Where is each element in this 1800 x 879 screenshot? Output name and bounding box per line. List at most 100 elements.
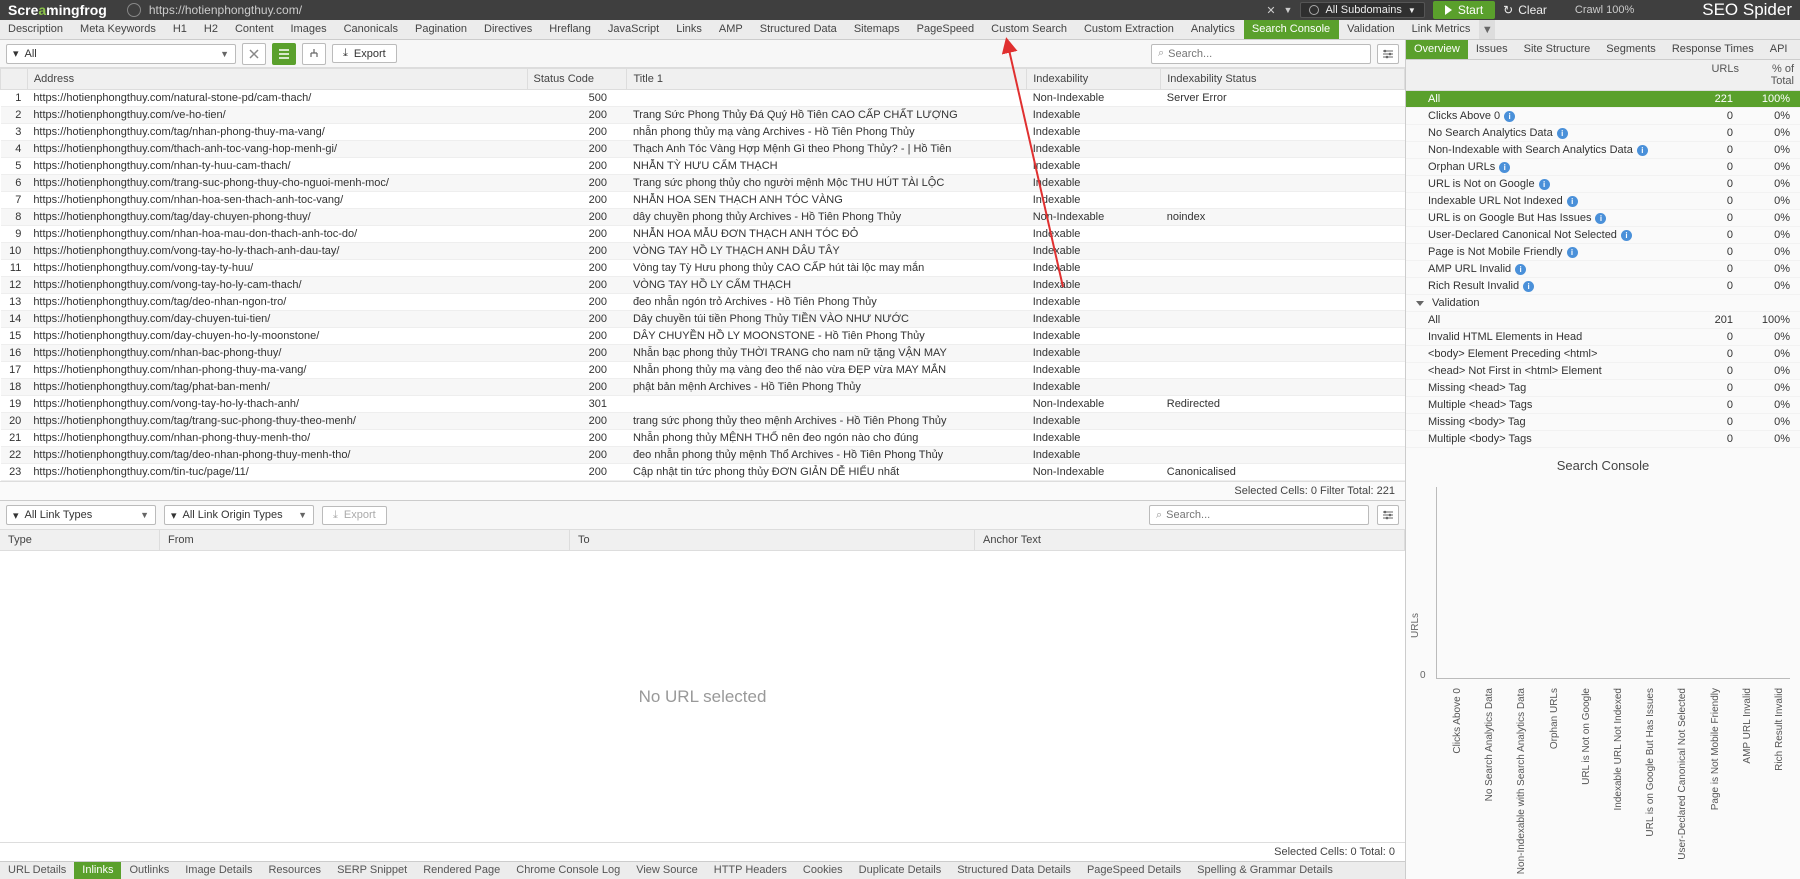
tab-sitemaps[interactable]: Sitemaps: [846, 20, 909, 39]
details-tab-resources[interactable]: Resources: [260, 862, 329, 879]
tab-links[interactable]: Links: [668, 20, 711, 39]
details-tab-structured-data-details[interactable]: Structured Data Details: [949, 862, 1079, 879]
tab-hreflang[interactable]: Hreflang: [541, 20, 600, 39]
column-header[interactable]: [1, 69, 28, 90]
right-tab-segments[interactable]: Segments: [1598, 40, 1664, 59]
link-types-dropdown[interactable]: ▾ All Link Types▼: [6, 505, 156, 525]
overview-row[interactable]: No Search Analytics Datai00%: [1406, 125, 1800, 142]
tab-pagespeed[interactable]: PageSpeed: [909, 20, 984, 39]
table-row[interactable]: 21https://hotienphongthuy.com/nhan-phong…: [1, 430, 1405, 447]
table-row[interactable]: 23https://hotienphongthuy.com/tin-tuc/pa…: [1, 464, 1405, 481]
right-tab-spelling-&-gramm[interactable]: Spelling & Gramm: [1795, 40, 1800, 59]
info-icon[interactable]: i: [1499, 162, 1510, 173]
right-tab-api[interactable]: API: [1762, 40, 1796, 59]
table-row[interactable]: 3https://hotienphongthuy.com/tag/nhan-ph…: [1, 124, 1405, 141]
tab-content[interactable]: Content: [227, 20, 283, 39]
info-icon[interactable]: i: [1567, 247, 1578, 258]
overview-row[interactable]: Multiple <body> Tags00%: [1406, 431, 1800, 448]
info-icon[interactable]: i: [1515, 264, 1526, 275]
tabs-overflow-button[interactable]: ▼: [1479, 20, 1495, 39]
details-settings-button[interactable]: [1377, 505, 1399, 525]
overview-row[interactable]: <body> Element Preceding <html>00%: [1406, 346, 1800, 363]
overview-row[interactable]: Validation: [1406, 295, 1800, 312]
link-origin-dropdown[interactable]: ▾ All Link Origin Types▼: [164, 505, 314, 525]
view-list-button[interactable]: [272, 43, 296, 65]
table-row[interactable]: 7https://hotienphongthuy.com/nhan-hoa-se…: [1, 192, 1405, 209]
overview-row[interactable]: Multiple <head> Tags00%: [1406, 397, 1800, 414]
overview-row[interactable]: Missing <body> Tag00%: [1406, 414, 1800, 431]
table-row[interactable]: 13https://hotienphongthuy.com/tag/deo-nh…: [1, 294, 1405, 311]
details-tab-image-details[interactable]: Image Details: [177, 862, 260, 879]
overview-row[interactable]: Non-Indexable with Search Analytics Data…: [1406, 142, 1800, 159]
column-header[interactable]: Address: [27, 69, 527, 90]
column-header[interactable]: Status Code: [527, 69, 627, 90]
column-header[interactable]: Indexability Status: [1161, 69, 1405, 90]
chevron-down-icon[interactable]: ▼: [1284, 5, 1293, 15]
table-search[interactable]: ⌕: [1151, 44, 1371, 64]
details-tab-chrome-console-log[interactable]: Chrome Console Log: [508, 862, 628, 879]
column-header[interactable]: Indexability: [1027, 69, 1161, 90]
details-tab-url-details[interactable]: URL Details: [0, 862, 74, 879]
info-icon[interactable]: i: [1504, 111, 1515, 122]
details-tab-rendered-page[interactable]: Rendered Page: [415, 862, 508, 879]
table-row[interactable]: 2https://hotienphongthuy.com/ve-ho-tien/…: [1, 107, 1405, 124]
table-row[interactable]: 12https://hotienphongthuy.com/vong-tay-h…: [1, 277, 1405, 294]
tab-description[interactable]: Description: [0, 20, 72, 39]
overview-row[interactable]: URL is Not on Googlei00%: [1406, 176, 1800, 193]
overview-row[interactable]: User-Declared Canonical Not Selectedi00%: [1406, 227, 1800, 244]
start-button[interactable]: Start: [1433, 1, 1495, 19]
table-row[interactable]: 20https://hotienphongthuy.com/tag/trang-…: [1, 413, 1405, 430]
table-row[interactable]: 6https://hotienphongthuy.com/trang-suc-p…: [1, 175, 1405, 192]
tab-canonicals[interactable]: Canonicals: [336, 20, 407, 39]
tab-custom-search[interactable]: Custom Search: [983, 20, 1076, 39]
overview-row[interactable]: Clicks Above 0i00%: [1406, 108, 1800, 125]
info-icon[interactable]: i: [1621, 230, 1632, 241]
overview-row[interactable]: Indexable URL Not Indexedi00%: [1406, 193, 1800, 210]
info-icon[interactable]: i: [1557, 128, 1568, 139]
crawl-url-field[interactable]: https://hotienphongthuy.com/: [127, 3, 302, 17]
tab-images[interactable]: Images: [283, 20, 336, 39]
overview-row[interactable]: Rich Result Invalidi00%: [1406, 278, 1800, 295]
tab-custom-extraction[interactable]: Custom Extraction: [1076, 20, 1183, 39]
info-icon[interactable]: i: [1523, 281, 1534, 292]
tab-directives[interactable]: Directives: [476, 20, 541, 39]
right-tab-issues[interactable]: Issues: [1468, 40, 1516, 59]
table-row[interactable]: 11https://hotienphongthuy.com/vong-tay-t…: [1, 260, 1405, 277]
table-row[interactable]: 1https://hotienphongthuy.com/natural-sto…: [1, 90, 1405, 107]
details-column-header[interactable]: To: [570, 530, 975, 550]
info-icon[interactable]: i: [1539, 179, 1550, 190]
tab-link-metrics[interactable]: Link Metrics: [1404, 20, 1480, 39]
crawl-mode-dropdown[interactable]: All Subdomains ▼: [1300, 2, 1424, 18]
overview-row[interactable]: Missing <head> Tag00%: [1406, 380, 1800, 397]
table-row[interactable]: 22https://hotienphongthuy.com/tag/deo-nh…: [1, 447, 1405, 464]
right-tab-overview[interactable]: Overview: [1406, 40, 1468, 59]
details-tab-cookies[interactable]: Cookies: [795, 862, 851, 879]
overview-list[interactable]: All221100%Clicks Above 0i00%No Search An…: [1406, 91, 1800, 448]
details-search[interactable]: ⌕: [1149, 505, 1369, 525]
table-settings-button[interactable]: [1377, 44, 1399, 64]
table-row[interactable]: 8https://hotienphongthuy.com/tag/day-chu…: [1, 209, 1405, 226]
tab-h2[interactable]: H2: [196, 20, 227, 39]
tab-javascript[interactable]: JavaScript: [600, 20, 668, 39]
right-tab-response-times[interactable]: Response Times: [1664, 40, 1762, 59]
overview-row[interactable]: Orphan URLsi00%: [1406, 159, 1800, 176]
clear-filter-button[interactable]: [242, 43, 266, 65]
details-tab-http-headers[interactable]: HTTP Headers: [706, 862, 795, 879]
table-row[interactable]: 15https://hotienphongthuy.com/day-chuyen…: [1, 328, 1405, 345]
info-icon[interactable]: i: [1595, 213, 1606, 224]
tab-pagination[interactable]: Pagination: [407, 20, 476, 39]
details-column-header[interactable]: Type: [0, 530, 160, 550]
tab-meta-keywords[interactable]: Meta Keywords: [72, 20, 165, 39]
right-tab-site-structure[interactable]: Site Structure: [1516, 40, 1599, 59]
tab-search-console[interactable]: Search Console: [1244, 20, 1339, 39]
details-column-header[interactable]: From: [160, 530, 570, 550]
table-row[interactable]: 18https://hotienphongthuy.com/tag/phat-b…: [1, 379, 1405, 396]
overview-row[interactable]: AMP URL Invalidi00%: [1406, 261, 1800, 278]
table-row[interactable]: 4https://hotienphongthuy.com/thach-anh-t…: [1, 141, 1405, 158]
details-tab-outlinks[interactable]: Outlinks: [121, 862, 177, 879]
details-tab-duplicate-details[interactable]: Duplicate Details: [851, 862, 950, 879]
table-row[interactable]: 9https://hotienphongthuy.com/nhan-hoa-ma…: [1, 226, 1405, 243]
url-table[interactable]: AddressStatus CodeTitle 1IndexabilityInd…: [0, 68, 1405, 481]
tab-analytics[interactable]: Analytics: [1183, 20, 1244, 39]
tab-structured-data[interactable]: Structured Data: [752, 20, 846, 39]
